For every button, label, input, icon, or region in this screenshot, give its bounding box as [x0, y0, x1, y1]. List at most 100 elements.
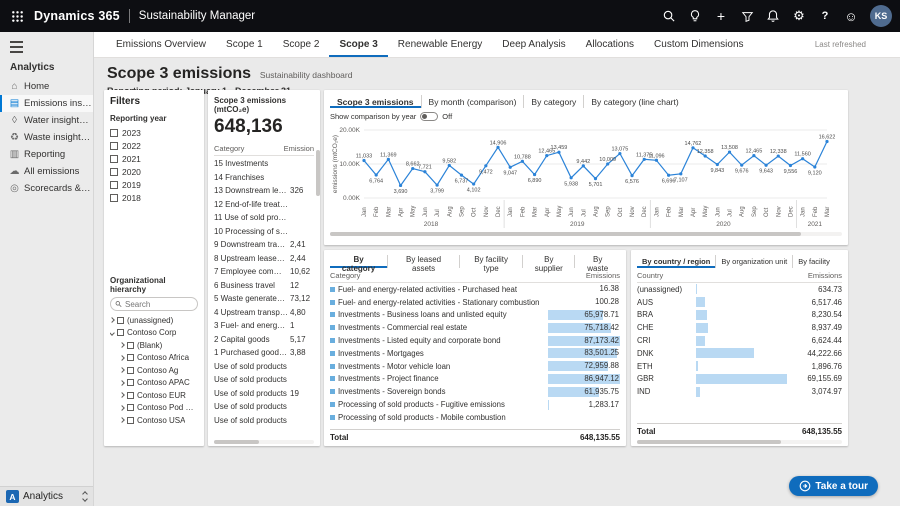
sidebar-item-reporting[interactable]: ▥ Reporting	[0, 146, 93, 163]
cat-tab-by-waste[interactable]: By waste	[574, 255, 620, 268]
country-table-row[interactable]: IND 3,074.97	[637, 385, 842, 398]
year-filter-option[interactable]: 2022	[110, 139, 198, 152]
comparison-toggle[interactable]	[420, 112, 438, 121]
kpi-table-row[interactable]: 6 Business travel 12	[214, 279, 314, 293]
country-table-row[interactable]: CHE 8,937.49	[637, 321, 842, 334]
tab-scope-1[interactable]: Scope 1	[216, 32, 273, 57]
sidebar-item-waste-insights[interactable]: ♻ Waste insights (preview)	[0, 129, 93, 146]
tree-checkbox[interactable]	[127, 404, 134, 411]
tree-checkbox[interactable]	[117, 317, 124, 324]
search-icon[interactable]	[656, 0, 682, 32]
avatar[interactable]: KS	[870, 5, 892, 27]
kpi-table-row[interactable]: 13 Downstream leased assets 326	[214, 184, 314, 198]
trend-tab-by-category-line-chart[interactable]: By category (line chart)	[583, 95, 685, 108]
cat-tab-by-leased-assets[interactable]: By leased assets	[387, 255, 459, 268]
country-tab-by-facility[interactable]: By facility	[792, 255, 835, 268]
waffle-menu-icon[interactable]	[0, 0, 34, 32]
kpi-table-row[interactable]: 7 Employee commuting 10,62	[214, 265, 314, 279]
kpi-table-row[interactable]: Use of sold products	[214, 427, 314, 429]
alerts-icon[interactable]	[760, 0, 786, 32]
year-filter-option[interactable]: 2021	[110, 152, 198, 165]
tree-chevron-icon[interactable]	[119, 355, 125, 361]
year-checkbox[interactable]	[110, 168, 118, 176]
tab-emissions-overview[interactable]: Emissions Overview	[106, 32, 216, 57]
lightbulb-icon[interactable]	[682, 0, 708, 32]
tree-checkbox[interactable]	[127, 417, 134, 424]
tree-checkbox[interactable]	[127, 392, 134, 399]
kpi-table-row[interactable]: Use of sold products 19	[214, 387, 314, 401]
country-tab-by-country-region[interactable]: By country / region	[637, 255, 715, 268]
category-table-row[interactable]: Investments - Motor vehicle loan 72,959.…	[330, 360, 620, 373]
trend-tab-scope-3-emissions[interactable]: Scope 3 emissions	[330, 95, 421, 108]
trend-tab-by-category[interactable]: By category	[523, 95, 583, 108]
tree-checkbox[interactable]	[127, 379, 134, 386]
feedback-smiley-icon[interactable]: ☺	[838, 0, 864, 32]
filter-icon[interactable]	[734, 0, 760, 32]
brand-title[interactable]: Dynamics 365	[34, 9, 120, 23]
category-col-emissions[interactable]: Emissions	[586, 271, 620, 280]
tree-chevron-icon[interactable]	[110, 330, 115, 336]
area-switcher[interactable]: A Analytics	[0, 486, 93, 506]
tab-scope-2[interactable]: Scope 2	[273, 32, 330, 57]
category-table-row[interactable]: Processing of sold products - Fugitive e…	[330, 398, 620, 411]
kpi-table-row[interactable]: 11 Use of sold products	[214, 211, 314, 225]
sidebar-item-water-insights[interactable]: ◊ Water insights (preview)	[0, 112, 93, 129]
org-tree-item[interactable]: Contoso EUR	[110, 389, 198, 402]
tree-chevron-icon[interactable]	[119, 367, 125, 373]
kpi-table-row[interactable]: 3 Fuel- and energy-related activities 1	[214, 319, 314, 333]
year-checkbox[interactable]	[110, 155, 118, 163]
kpi-table-row[interactable]: 5 Waste generated in operations 73,12	[214, 292, 314, 306]
tree-checkbox[interactable]	[127, 342, 134, 349]
year-checkbox[interactable]	[110, 194, 118, 202]
tab-allocations[interactable]: Allocations	[576, 32, 644, 57]
kpi-table-row[interactable]: Use of sold products	[214, 373, 314, 387]
kpi-table-row[interactable]: 9 Downstream transportation and distribu…	[214, 238, 314, 252]
org-tree-item[interactable]: Contoso Corp	[110, 327, 198, 340]
kpi-table-row[interactable]: Use of sold products	[214, 360, 314, 374]
hamburger-menu-icon[interactable]	[10, 41, 23, 56]
tab-scope-3[interactable]: Scope 3	[329, 32, 387, 57]
country-table-row[interactable]: DNK 44,222.66	[637, 347, 842, 360]
tree-chevron-icon[interactable]	[119, 342, 125, 348]
sidebar-item-scorecards-goals[interactable]: ◎ Scorecards & goals	[0, 180, 93, 197]
org-tree-item[interactable]: Contoso Ag	[110, 364, 198, 377]
app-name[interactable]: Sustainability Manager	[139, 10, 255, 22]
year-checkbox[interactable]	[110, 129, 118, 137]
tab-deep-analysis[interactable]: Deep Analysis	[492, 32, 575, 57]
tree-chevron-icon[interactable]	[119, 392, 125, 398]
help-icon[interactable]: ?	[812, 0, 838, 32]
country-tab-by-organization-unit[interactable]: By organization unit	[715, 255, 792, 268]
take-a-tour-button[interactable]: Take a tour	[789, 476, 878, 496]
kpi-table-row[interactable]: 2 Capital goods 5,17	[214, 333, 314, 347]
kpi-table-row[interactable]: 8 Upstream leased assets 2,44	[214, 252, 314, 266]
kpi-vertical-scrollbar[interactable]	[316, 150, 320, 196]
org-tree-item[interactable]: Contoso USA	[110, 414, 198, 427]
tree-chevron-icon[interactable]	[119, 417, 125, 423]
category-table-row[interactable]: Investments - Business loans and unliste…	[330, 309, 620, 322]
kpi-table-row[interactable]: 10 Processing of sold products	[214, 225, 314, 239]
category-table-row[interactable]: Investments - Listed equity and corporat…	[330, 334, 620, 347]
year-filter-option[interactable]: 2019	[110, 178, 198, 191]
country-table-row[interactable]: CRI 6,624.44	[637, 334, 842, 347]
kpi-col-category[interactable]: Category	[214, 144, 244, 153]
org-tree-item[interactable]: (Blank)	[110, 339, 198, 352]
cat-tab-by-supplier[interactable]: By supplier	[522, 255, 574, 268]
kpi-table-row[interactable]: 12 End-of-life treatment of sold product…	[214, 198, 314, 212]
tree-checkbox[interactable]	[117, 329, 124, 336]
add-icon[interactable]: +	[708, 0, 734, 32]
kpi-table-row[interactable]: Use of sold products	[214, 400, 314, 414]
country-hscroll-thumb[interactable]	[637, 440, 781, 444]
settings-gear-icon[interactable]: ⚙	[786, 0, 812, 32]
sidebar-item-emissions-insights[interactable]: ▤ Emissions insights	[0, 95, 93, 112]
country-table-row[interactable]: GBR 69,155.69	[637, 373, 842, 386]
category-table-row[interactable]: Investments - Sovereign bonds 61,935.75	[330, 385, 620, 398]
year-checkbox[interactable]	[110, 142, 118, 150]
country-table-row[interactable]: BRA 8,230.54	[637, 309, 842, 322]
tree-chevron-icon[interactable]	[110, 317, 115, 323]
kpi-table-row[interactable]: Use of sold products	[214, 414, 314, 428]
country-table-row[interactable]: ETH 1,896.76	[637, 360, 842, 373]
cat-tab-by-facility-type[interactable]: By facility type	[459, 255, 522, 268]
org-tree-item[interactable]: Contoso APAC	[110, 377, 198, 390]
tree-checkbox[interactable]	[127, 354, 134, 361]
category-table-row[interactable]: Investments - Mortgages 83,501.25	[330, 347, 620, 360]
